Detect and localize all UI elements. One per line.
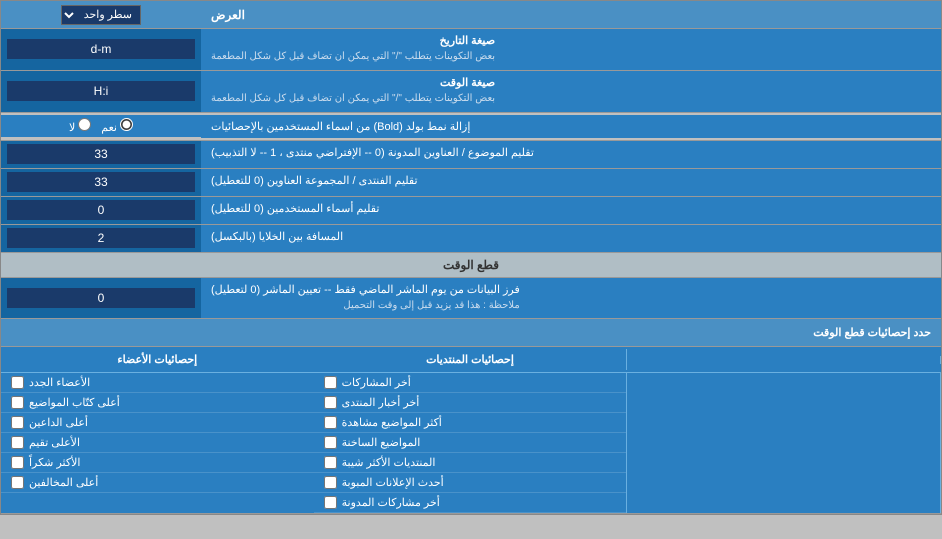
topic-title-row: تقليم الموضوع / العناوين المدونة (0 -- ا… [1,141,941,169]
bold-remove-row: إزالة نمط بولد (Bold) من اسماء المستخدمي… [1,113,941,141]
username-count-input-container [1,197,201,224]
view-mode-dropdown-container: سطر واحدسطرينثلاثة أسطر [1,2,201,28]
date-format-input[interactable] [7,39,195,59]
forum-group-input-container [1,169,201,196]
date-format-row: صيغة التاريخ بعض التكوينات يتطلب "/" الت… [1,29,941,71]
filter-input-container [1,278,201,319]
checkbox-col1-item5[interactable] [11,476,24,489]
checkbox-col2-item3[interactable] [324,436,337,449]
checkbox-col1: الأعضاء الجدد أعلى كتّاب المواضيع أعلى ا… [1,373,314,513]
list-item: أحدث الإعلانات المبوبة [314,473,627,493]
checkbox-col2-item6[interactable] [324,496,337,509]
forum-group-label: تقليم الفنتدى / المجموعة العناوين (0 للت… [201,169,941,196]
checkbox-col1-header: إحصائيات المنتديات [314,349,628,370]
bold-remove-no-radio[interactable] [78,118,91,131]
checkbox-col1-item3[interactable] [11,436,24,449]
bold-remove-options: نعم لا [1,115,201,137]
cell-gap-label: المسافة بين الخلايا (بالبكسل) [201,225,941,252]
checkbox-section: إحصائيات المنتديات إحصائيات الأعضاء أخر … [1,347,941,514]
checkbox-col2-item5[interactable] [324,476,337,489]
time-format-label: صيغة الوقت بعض التكوينات يتطلب "/" التي … [201,71,941,112]
cell-gap-input[interactable] [7,228,195,248]
username-count-label: تقليم أسماء المستخدمين (0 للتعطيل) [201,197,941,224]
date-format-label: صيغة التاريخ بعض التكوينات يتطلب "/" الت… [201,29,941,70]
list-item: أخر المشاركات [314,373,627,393]
checkbox-col1-item0[interactable] [11,376,24,389]
checkbox-rows: أخر المشاركات أخر أخبار المنتدى أكثر الم… [1,373,941,513]
time-format-input[interactable] [7,81,195,101]
checkbox-col1-item1[interactable] [11,396,24,409]
list-item: الأعضاء الجدد [1,373,314,393]
list-item: المنتديات الأكثر شيبة [314,453,627,473]
checkbox-col3-header [627,356,941,364]
checkbox-col2-item4[interactable] [324,456,337,469]
list-item: أخر أخبار المنتدى [314,393,627,413]
forum-group-row: تقليم الفنتدى / المجموعة العناوين (0 للت… [1,169,941,197]
checkbox-col2-item1[interactable] [324,396,337,409]
page-title: العرض [201,3,941,27]
cell-gap-row: المسافة بين الخلايا (بالبكسل) [1,225,941,253]
filter-input[interactable] [7,288,195,308]
header-row: العرض سطر واحدسطرينثلاثة أسطر [1,1,941,29]
checkbox-col1-item4[interactable] [11,456,24,469]
checkbox-col1-item2[interactable] [11,416,24,429]
filter-label: فرز البيانات من يوم الماشر الماضي فقط --… [201,278,941,319]
username-count-row: تقليم أسماء المستخدمين (0 للتعطيل) [1,197,941,225]
filter-row: فرز البيانات من يوم الماشر الماضي فقط --… [1,278,941,320]
topic-title-input[interactable] [7,144,195,164]
forum-group-input[interactable] [7,172,195,192]
checkbox-col2: أخر المشاركات أخر أخبار المنتدى أكثر الم… [314,373,628,513]
username-count-input[interactable] [7,200,195,220]
limit-row: حدد إحصائيات قطع الوقت [1,319,941,347]
checkbox-col2-item0[interactable] [324,376,337,389]
list-item: أخر مشاركات المدونة [314,493,627,513]
list-item: أكثر المواضيع مشاهدة [314,413,627,433]
realtime-section-header: قطع الوقت [1,253,941,278]
view-mode-select[interactable]: سطر واحدسطرينثلاثة أسطر [61,5,141,25]
list-item: المواضيع الساخنة [314,433,627,453]
checkbox-headers: إحصائيات المنتديات إحصائيات الأعضاء [1,347,941,373]
topic-title-input-container [1,141,201,168]
checkbox-col2-header: إحصائيات الأعضاء [1,349,314,370]
time-format-row: صيغة الوقت بعض التكوينات يتطلب "/" التي … [1,71,941,113]
cell-gap-input-container [1,225,201,252]
date-format-input-container [1,29,201,70]
bold-remove-label: إزالة نمط بولد (Bold) من اسماء المستخدمي… [201,115,941,138]
list-item: الأكثر شكراً [1,453,314,473]
bold-remove-yes-radio[interactable] [120,118,133,131]
topic-title-label: تقليم الموضوع / العناوين المدونة (0 -- ا… [201,141,941,168]
limit-label: حدد إحصائيات قطع الوقت [1,321,941,344]
time-format-input-container [1,71,201,112]
checkbox-col2-item2[interactable] [324,416,337,429]
checkbox-empty-col [627,373,941,513]
list-item: أعلى المخالفين [1,473,314,493]
main-container: العرض سطر واحدسطرينثلاثة أسطر صيغة التار… [0,0,942,515]
list-item: أعلى كتّاب المواضيع [1,393,314,413]
list-item: الأعلى تقيم [1,433,314,453]
list-item: أعلى الداعين [1,413,314,433]
